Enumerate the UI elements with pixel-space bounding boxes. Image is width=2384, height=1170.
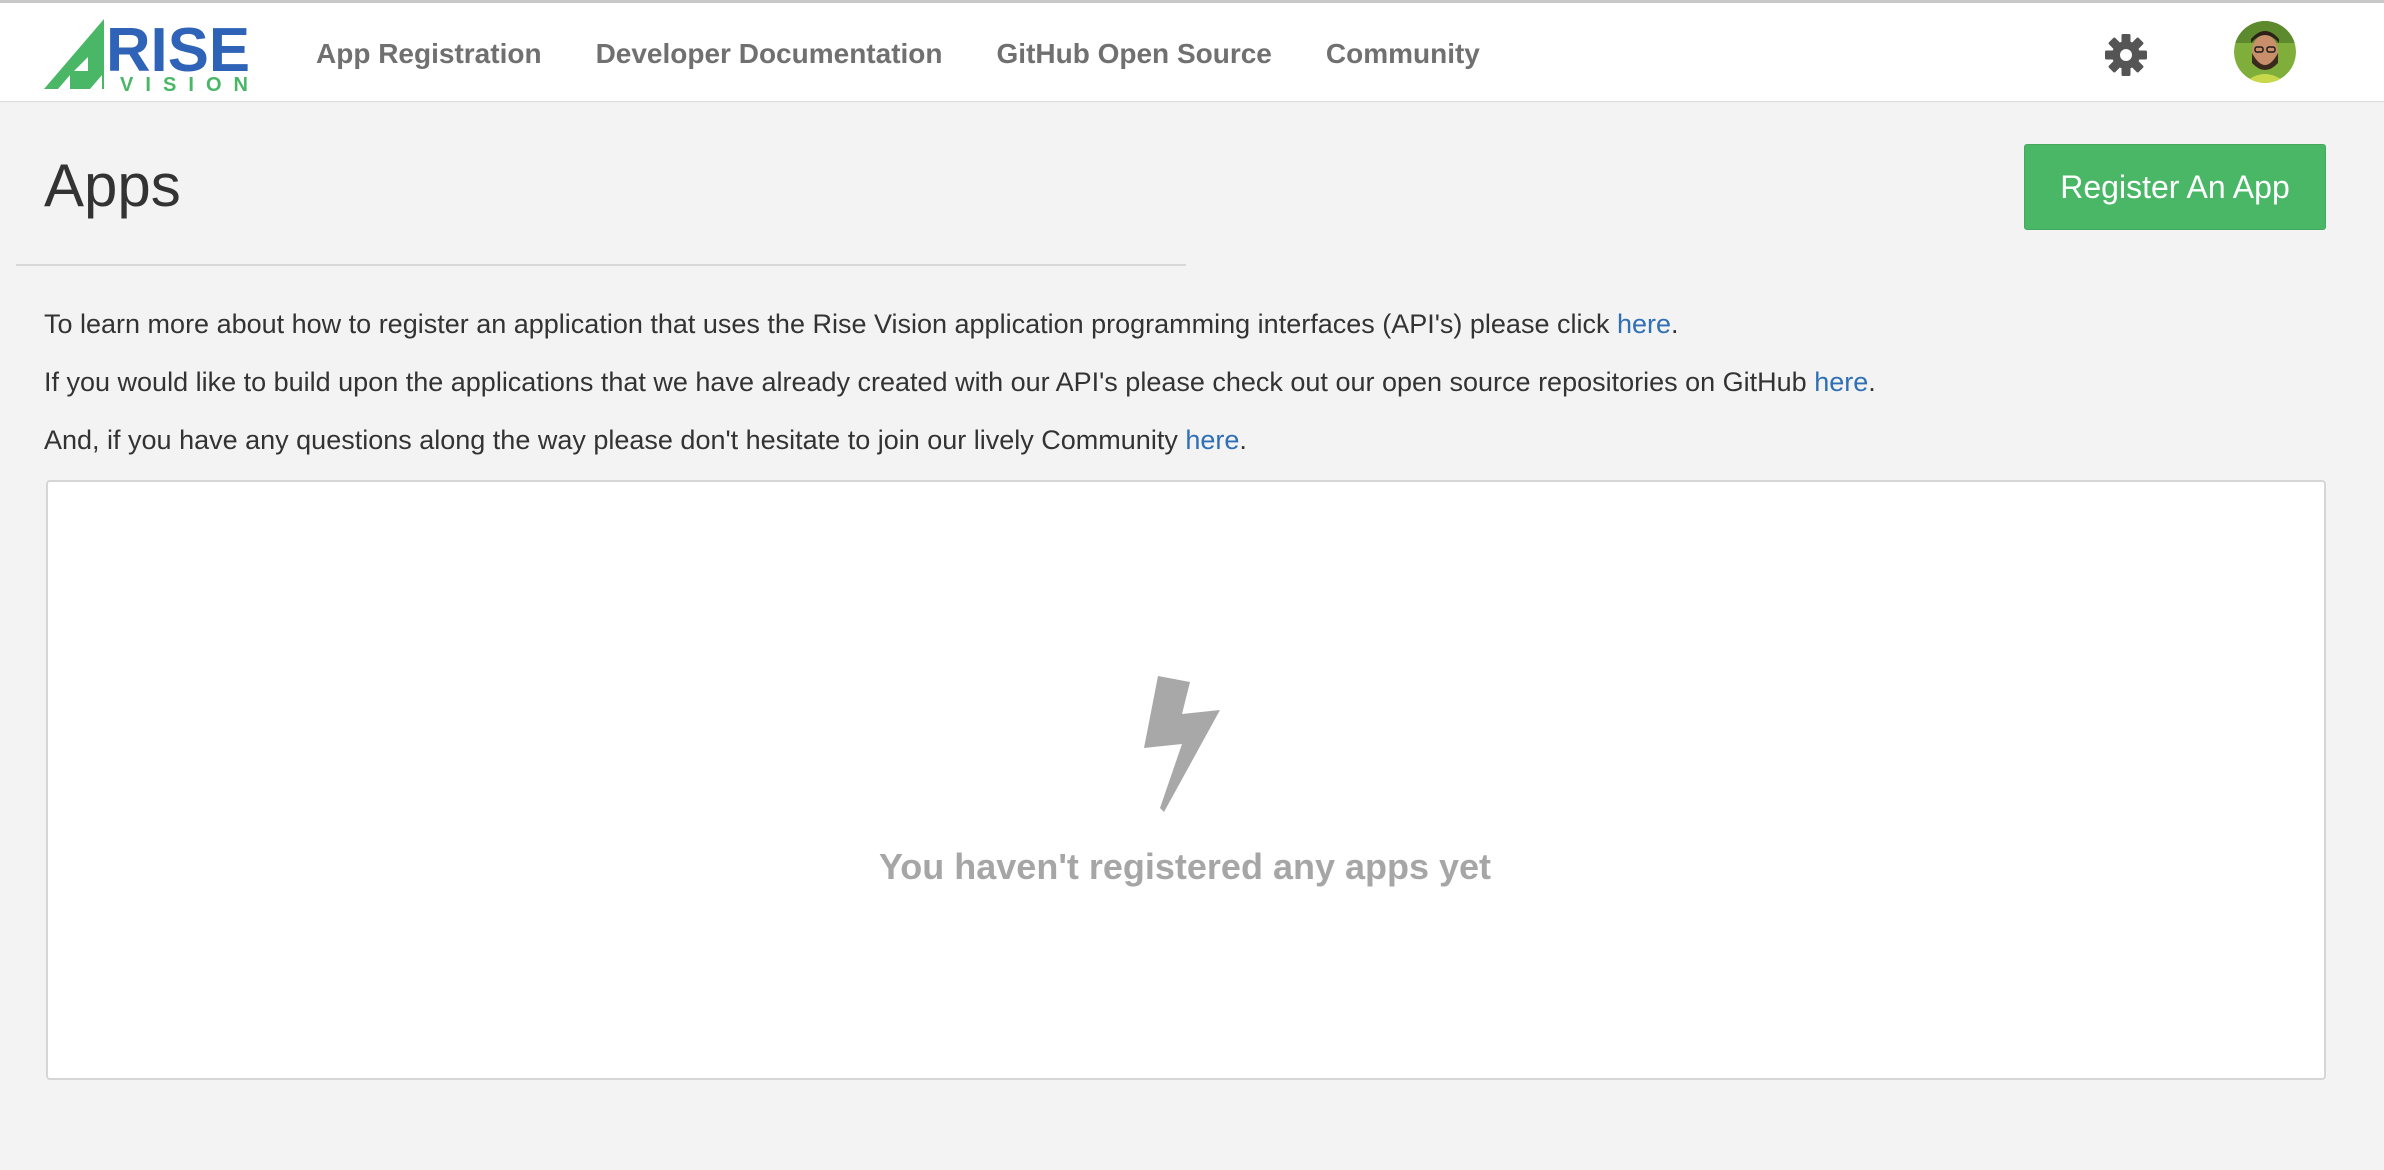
title-divider bbox=[16, 264, 1186, 266]
nav-github-open-source[interactable]: GitHub Open Source bbox=[997, 38, 1272, 70]
api-docs-link[interactable]: here bbox=[1617, 309, 1671, 339]
intro-period: . bbox=[1239, 425, 1247, 455]
nav-app-registration[interactable]: App Registration bbox=[316, 38, 542, 70]
empty-state-message: You haven't registered any apps yet bbox=[878, 846, 1492, 887]
rise-vision-logo[interactable]: RISE VISION bbox=[44, 13, 250, 93]
intro-period: . bbox=[1868, 367, 1876, 397]
intro-paragraph-github: If you would like to build upon the appl… bbox=[44, 364, 1876, 400]
github-link[interactable]: here bbox=[1814, 367, 1868, 397]
intro-text: If you would like to build upon the appl… bbox=[44, 367, 1815, 397]
top-navbar: RISE VISION App Registration Developer D… bbox=[0, 0, 2384, 102]
intro-period: . bbox=[1671, 309, 1679, 339]
nav-developer-documentation[interactable]: Developer Documentation bbox=[596, 38, 943, 70]
intro-paragraph-api: To learn more about how to register an a… bbox=[44, 306, 1679, 342]
gear-icon[interactable] bbox=[2104, 33, 2148, 77]
user-avatar[interactable] bbox=[2234, 21, 2296, 83]
nav-community[interactable]: Community bbox=[1326, 38, 1480, 70]
page-title: Apps bbox=[44, 152, 181, 219]
intro-text: And, if you have any questions along the… bbox=[44, 425, 1186, 455]
register-app-button[interactable]: Register An App bbox=[2024, 144, 2326, 230]
community-link[interactable]: here bbox=[1185, 425, 1239, 455]
main-nav: App Registration Developer Documentation… bbox=[296, 3, 1514, 105]
intro-paragraph-community: And, if you have any questions along the… bbox=[44, 422, 1247, 458]
intro-text: To learn more about how to register an a… bbox=[44, 309, 1617, 339]
lightning-bolt-icon bbox=[1144, 676, 1220, 812]
